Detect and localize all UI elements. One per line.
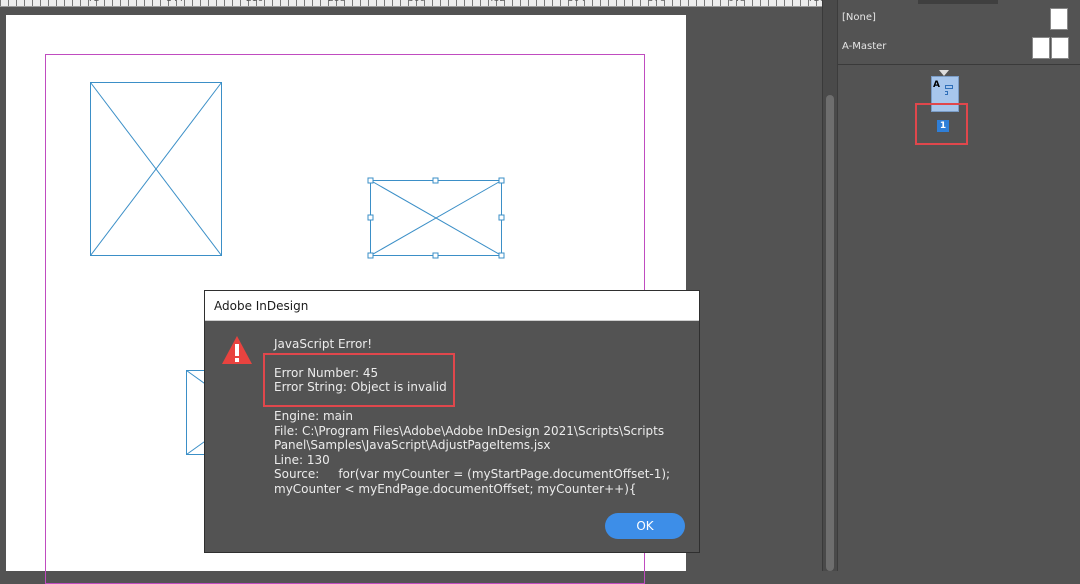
scrollbar-thumb[interactable] [826,95,834,571]
error-dialog: Adobe InDesign JavaScript Error! Error N… [204,290,700,553]
error-file-line1: File: C:\Program Files\Adobe\Adobe InDes… [274,424,665,438]
page-master-prefix: A [933,80,940,90]
error-source-line2: myCounter < myEndPage.documentOffset; my… [274,482,637,496]
master-a-row[interactable]: A-Master [838,33,1080,61]
vertical-scrollbar[interactable] [822,0,837,571]
pages-panel: [None] A-Master A 1 [837,0,1080,571]
page-thumb-items-icon [945,85,953,95]
error-heading: JavaScript Error! [274,337,373,351]
dialog-titlebar[interactable]: Adobe InDesign [205,291,699,321]
master-a-left-thumb[interactable] [1032,37,1050,59]
master-a-right-thumb[interactable] [1051,37,1069,59]
graphic-frame-1[interactable] [90,82,222,256]
ok-button[interactable]: OK [605,513,685,539]
master-a-label: A-Master [842,41,887,52]
error-engine: Engine: main [274,409,353,423]
error-source-line1: Source: for(var myCounter = (myStartPage… [274,467,671,481]
dialog-title: Adobe InDesign [214,299,309,313]
master-none-row[interactable]: [None] [838,4,1080,32]
error-line: Line: 130 [274,453,330,467]
error-file-line2: Panel\Samples\JavaScript\AdjustPageItems… [274,438,551,452]
page-thumb-highlight [915,103,968,145]
panel-divider [838,64,1080,65]
master-none-label: [None] [842,12,876,23]
master-none-thumb[interactable] [1050,8,1068,30]
error-highlight [263,353,455,407]
graphic-frame-2-selected[interactable] [367,177,505,259]
warning-icon [222,336,252,364]
